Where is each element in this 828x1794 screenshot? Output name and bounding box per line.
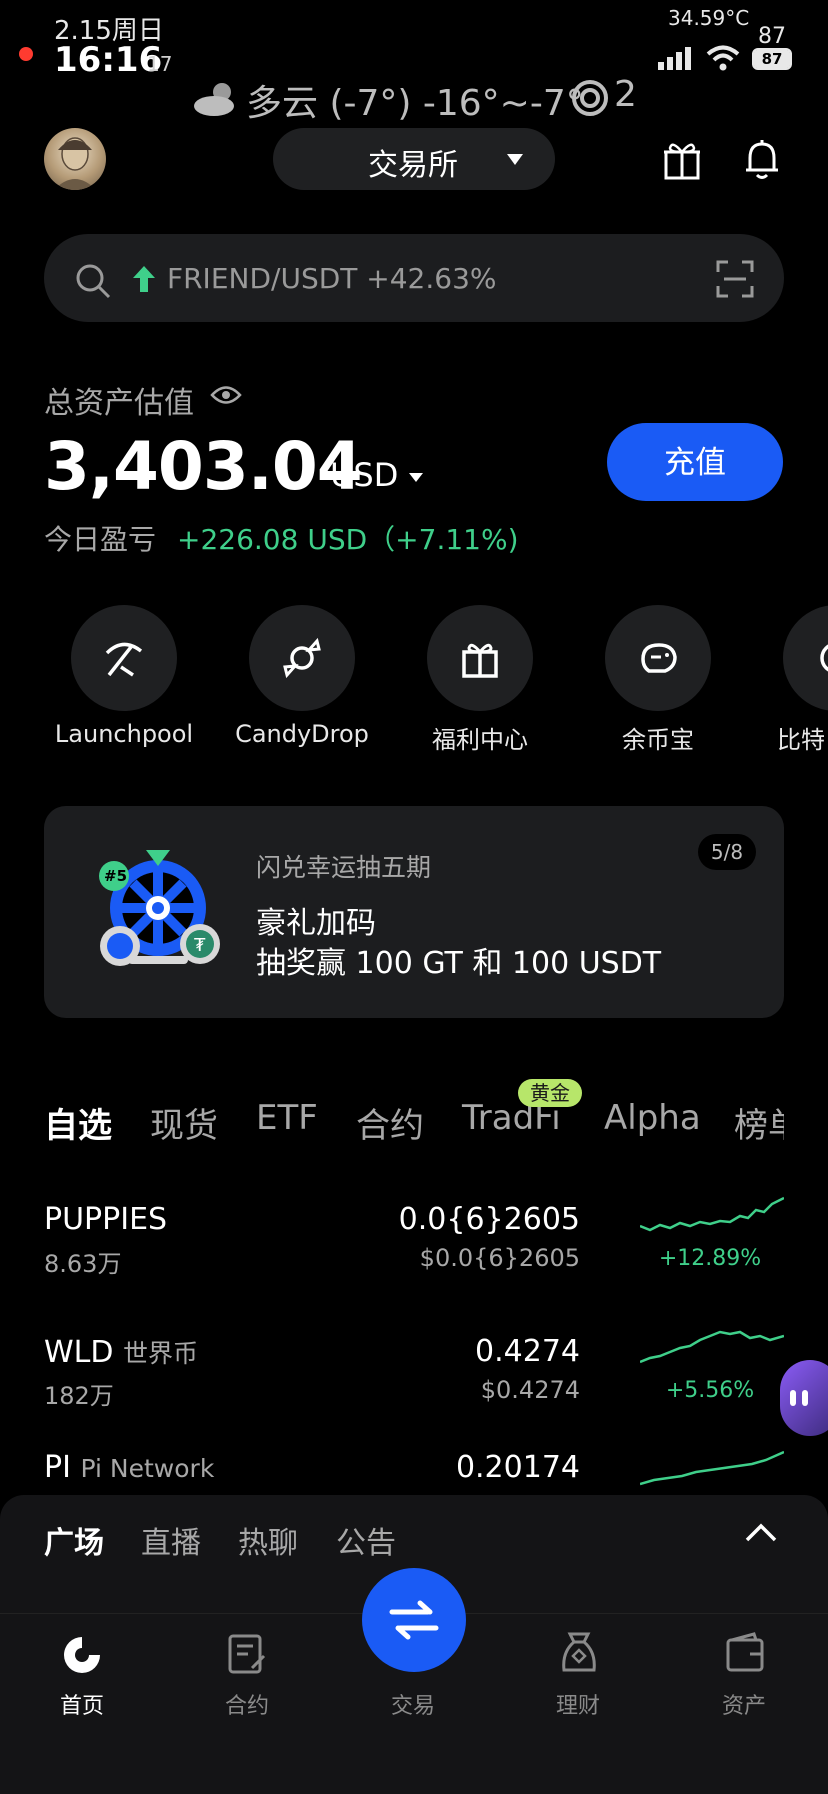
total-asset-value: 3,403.04 [44,428,363,505]
gold-badge: 黄金 [518,1079,582,1107]
cloudy-icon [194,83,234,116]
banner-title: 豪礼加码 [256,906,376,941]
pnl-value: +226.08 USD（+7.11%) [177,523,519,556]
row-price: 0.0{6}2605 [398,1202,580,1237]
candy-icon [283,637,321,679]
nav-trade[interactable]: 交易 [353,1688,473,1720]
tab-alpha[interactable]: Alpha [604,1098,701,1138]
pickaxe-icon [105,642,143,677]
battery-percent-top: 87 [758,24,786,49]
wallet-icon[interactable] [724,1632,766,1674]
bitcoin-icon [820,644,828,672]
shortcut-label: 福利中心 [432,726,528,754]
shortcut-label: Launchpool [54,720,194,748]
banner-badge: #5 [104,867,128,885]
sparkline [640,1330,784,1364]
row-price: 0.20174 [455,1450,580,1485]
status-seconds: 17 [147,52,173,76]
tab-etf[interactable]: ETF [256,1098,318,1138]
row-change: +5.56% [665,1378,755,1403]
row-symbol: WLD 世界币 [44,1335,199,1370]
gift-icon[interactable] [662,138,702,180]
nav-contract[interactable]: 合约 [187,1688,307,1720]
assistant-float-button[interactable] [780,1360,828,1436]
avatar[interactable] [44,128,106,190]
search-ticker: FRIEND/USDT +42.63% [167,262,497,295]
shortcut-bitcoin[interactable] [783,605,828,711]
wifi-icon [706,45,740,71]
row-price-usd: $0.4274 [480,1376,580,1404]
exchange-label: 交易所 [368,148,458,183]
tab-hot-chat[interactable]: 热聊 [238,1518,298,1562]
shortcut-label: 比特 [777,726,825,754]
banner-page-indicator: 5/8 [698,834,756,870]
search-icon [76,264,111,299]
chevron-down-icon [507,154,523,165]
shortcut-welfare[interactable] [427,605,533,711]
shortcut-candydrop[interactable] [249,605,355,711]
pnl-label: 今日盈亏 [44,523,157,556]
row-volume: 8.63万 [44,1250,122,1278]
deposit-button[interactable]: 充值 [607,423,783,501]
row-symbol: PI Pi Network [44,1450,215,1485]
row-symbol: PUPPIES [44,1202,168,1237]
piggy-bank-icon [641,643,677,673]
bell-icon[interactable] [742,138,782,182]
tab-rankings[interactable]: 榜单 [734,1098,784,1147]
asset-currency[interactable]: USD [330,456,398,494]
tab-futures[interactable]: 合约 [356,1098,424,1147]
trend-up-icon [133,266,155,292]
shortcut-yubibao[interactable] [605,605,711,711]
row-volume: 182万 [44,1382,114,1410]
weather-extra: 2 [614,74,637,115]
finance-icon[interactable] [558,1630,600,1676]
tab-square[interactable]: 广场 [44,1518,104,1562]
gift-icon [462,643,498,678]
tab-spot[interactable]: 现货 [150,1098,218,1147]
currency-dropdown-icon[interactable] [409,473,423,482]
row-price-usd: $0.0{6}2605 [419,1244,580,1272]
wind-icon [572,80,608,116]
chevron-up-icon[interactable] [744,1522,778,1544]
trade-button[interactable] [362,1568,466,1672]
tab-live[interactable]: 直播 [141,1518,201,1562]
shortcut-label: CandyDrop [235,720,369,748]
sparkline [640,1196,784,1232]
contract-icon[interactable] [226,1632,268,1676]
shortcut-label: 余币宝 [622,726,694,754]
swap-icon [389,1600,439,1640]
nav-assets[interactable]: 资产 [684,1688,804,1720]
home-icon[interactable] [60,1633,104,1677]
sparkline [640,1450,784,1486]
weather-text: 多云 (-7°) -16°~-7° [246,83,584,124]
asset-title: 总资产估值 [44,386,194,421]
eye-icon[interactable] [210,384,242,406]
avatar-portrait-icon [54,137,96,190]
banner-description: 抽奖赢 100 GT 和 100 USDT [256,946,662,981]
tab-favorites[interactable]: 自选 [44,1098,112,1147]
row-price: 0.4274 [475,1334,580,1369]
row-change: +12.89% [658,1246,762,1271]
signal-icon [658,47,691,70]
scan-icon[interactable] [716,260,754,298]
tab-announcements[interactable]: 公告 [336,1518,396,1562]
shortcut-launchpool[interactable] [71,605,177,711]
battery-icon: 87 [752,48,792,70]
status-temperature: 34.59°C [668,6,750,30]
banner-subtitle: 闪兑幸运抽五期 [256,853,432,882]
chat-icon [790,1390,808,1406]
recording-indicator [19,47,33,61]
svg-text:₮: ₮ [194,935,206,956]
nav-finance[interactable]: 理财 [518,1688,638,1720]
status-time: 16:16 [54,40,163,80]
nav-home[interactable]: 首页 [22,1688,142,1720]
